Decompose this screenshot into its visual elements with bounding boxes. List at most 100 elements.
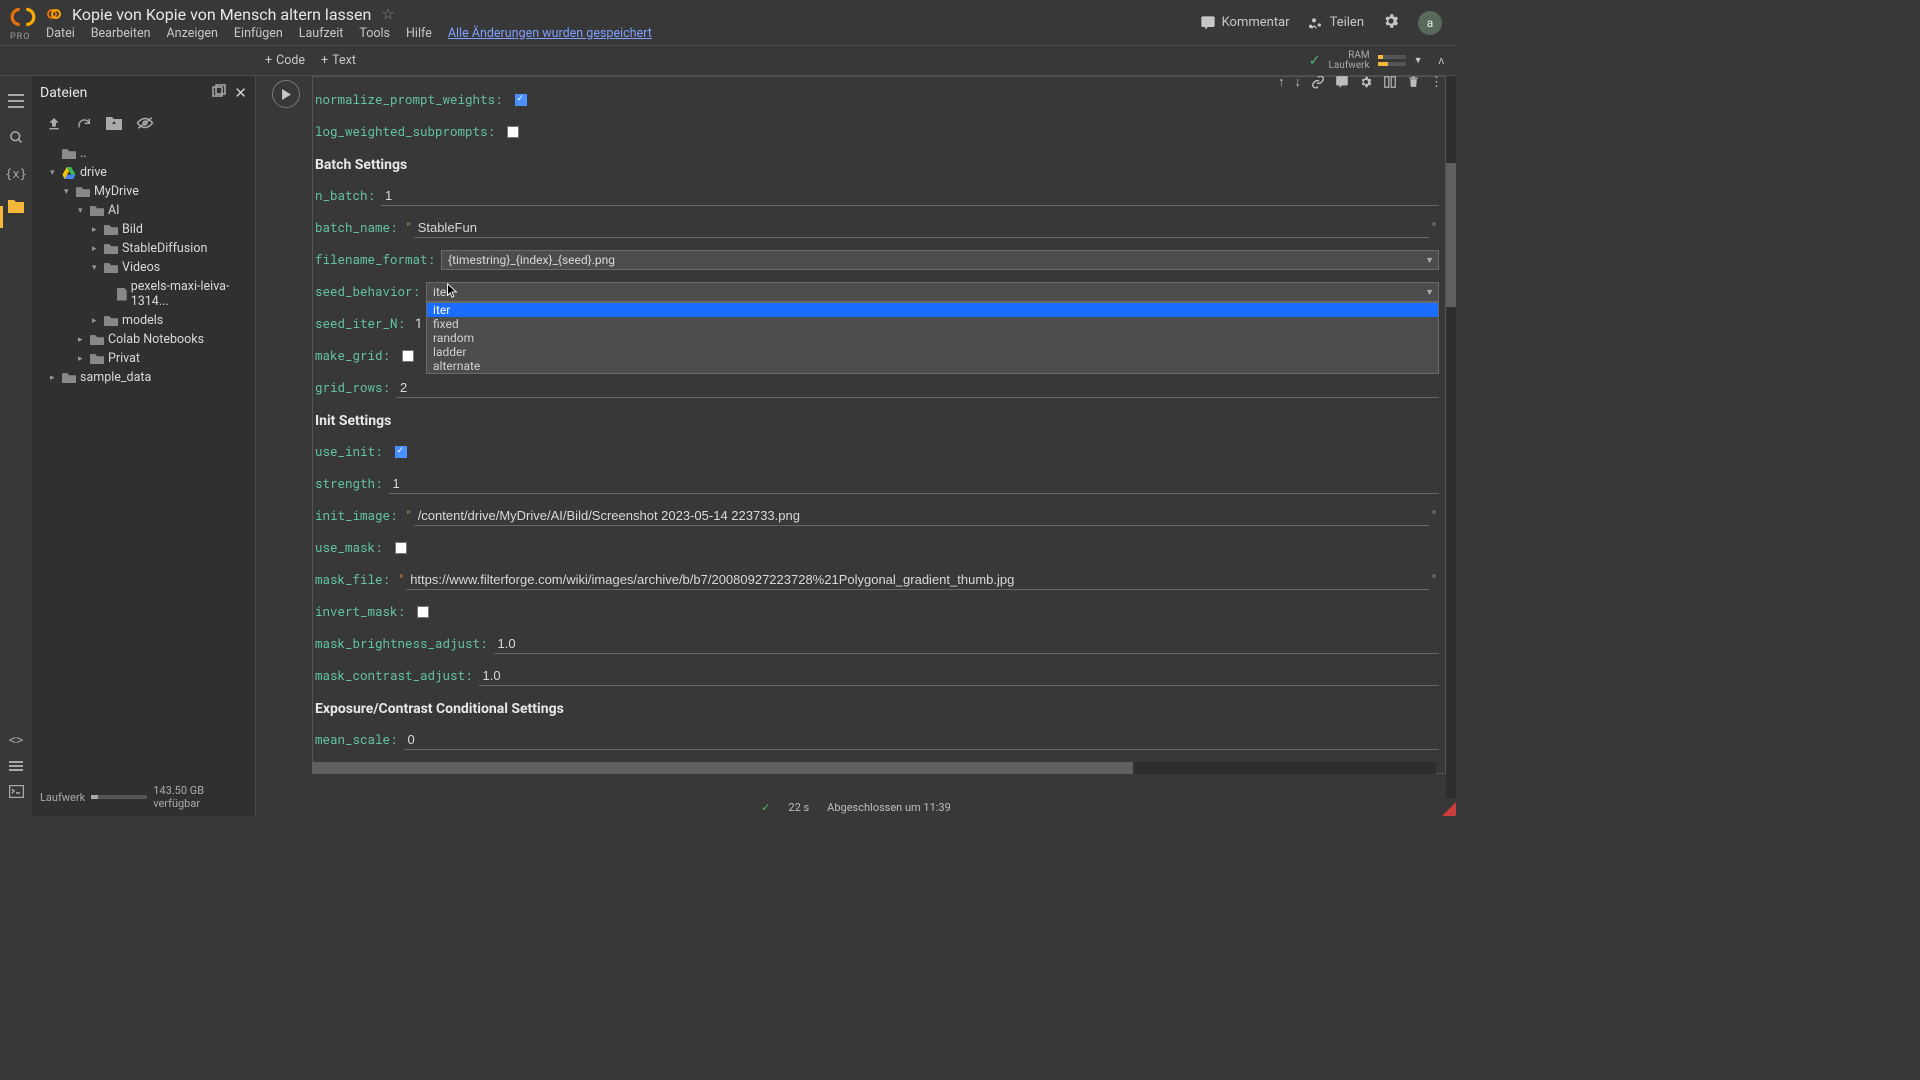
add-code-button[interactable]: +Code [265,53,305,68]
refresh-icon[interactable] [76,116,92,136]
tree-colab[interactable]: ▸Colab Notebooks [74,330,255,349]
filename-format-select[interactable]: {timestring}_{index}_{seed}.png▼ [441,250,1439,270]
seed-opt-iter[interactable]: iter [427,303,1438,317]
link-icon[interactable] [1311,76,1325,90]
left-rail: {x} <> [0,76,32,816]
tree-sd[interactable]: ▸StableDiffusion [88,239,255,258]
menu-bearbeiten[interactable]: Bearbeiten [91,26,151,41]
close-panel-icon[interactable]: ✕ [234,84,247,102]
mask-contrast-field[interactable] [479,666,1439,686]
colab-logo[interactable]: PRO [10,4,36,42]
share-button[interactable]: Teilen [1308,15,1364,31]
connected-check-icon: ✓ [1309,53,1321,69]
tree-ai[interactable]: ▾AI [74,201,255,220]
mount-drive-icon[interactable] [106,116,122,136]
label-init-image: init_image: [315,508,398,524]
invert-mask-checkbox[interactable] [417,606,429,618]
tree-parent[interactable]: .. [46,144,255,163]
tree-videos[interactable]: ▾Videos [88,258,255,277]
menu-einfuegen[interactable]: Einfügen [234,26,283,41]
menu-laufzeit[interactable]: Laufzeit [299,26,344,41]
run-cell-button[interactable] [272,80,300,108]
use-init-checkbox[interactable] [395,446,407,458]
files-toolbar [32,110,255,144]
log-weighted-checkbox[interactable] [507,126,519,138]
upload-icon[interactable] [46,116,62,136]
menu-datei[interactable]: Datei [46,26,75,41]
files-tab-icon[interactable] [8,199,24,217]
search-icon[interactable] [9,130,24,149]
cell-toolbar: ↑ ↓ ⋮ [1278,76,1442,90]
mirror-cell-icon[interactable] [1383,76,1397,90]
cell-h-scrollbar[interactable] [312,762,1436,774]
chevron-down-icon: ▼ [1425,255,1434,266]
files-panel-title: Dateien [40,85,212,101]
disk-meter [1378,62,1406,66]
resources-dropdown-icon[interactable]: ▼ [1414,55,1423,66]
normalize-checkbox[interactable] [515,94,527,106]
status-bar: ✓ 22 s Abgeschlossen um 11:39 [256,798,1456,816]
use-mask-checkbox[interactable] [395,542,407,554]
label-seed-behavior: seed_behavior: [315,284,420,300]
command-palette-icon[interactable] [9,761,23,771]
init-image-field[interactable] [414,506,1429,526]
batch-name-field[interactable] [414,218,1429,238]
label-grid-rows: grid_rows: [315,380,390,396]
star-icon[interactable]: ☆ [381,5,394,23]
seed-opt-fixed[interactable]: fixed [427,317,1438,331]
account-avatar[interactable]: a [1418,11,1442,35]
comment-button[interactable]: Kommentar [1200,15,1290,31]
menu-anzeigen[interactable]: Anzeigen [167,26,218,41]
resource-indicator[interactable]: ✓ RAMLaufwerk ▼ ʌ [1309,51,1444,71]
tree-drive[interactable]: ▾drive [46,163,255,182]
status-done-time: Abgeschlossen um 11:39 [827,801,951,814]
tree-sample-data[interactable]: ▸sample_data [46,368,255,387]
toggle-hidden-icon[interactable] [136,116,154,136]
cell-settings-icon[interactable] [1359,76,1373,90]
form-body: normalize_prompt_weights: log_weighted_s… [312,76,1446,774]
settings-icon[interactable] [1382,12,1400,34]
make-grid-checkbox[interactable] [402,350,414,362]
menu-tools[interactable]: Tools [359,26,390,41]
label-strength: strength: [315,476,383,492]
add-text-button[interactable]: +Text [321,53,356,68]
comment-cell-icon[interactable] [1335,76,1349,90]
tree-bild[interactable]: ▸Bild [88,220,255,239]
seed-behavior-dropdown: iter fixed random ladder alternate [426,302,1439,374]
move-down-icon[interactable]: ↓ [1295,76,1302,90]
status-elapsed: 22 s [788,801,809,814]
tree-mydrive[interactable]: ▾MyDrive [60,182,255,201]
file-tree[interactable]: .. ▾drive ▾MyDrive ▾AI ▸Bild ▸StableDiff… [32,144,255,780]
grid-rows-field[interactable] [396,378,1439,398]
label-n-batch: n_batch: [315,188,375,204]
n-batch-field[interactable] [381,186,1439,206]
seed-opt-ladder[interactable]: ladder [427,345,1438,359]
terminal-icon[interactable] [9,785,24,802]
new-window-icon[interactable] [212,84,226,102]
exposure-heading: Exposure/Contrast Conditional Settings [315,701,1439,717]
seed-behavior-select[interactable]: iter▼ [426,282,1439,302]
move-up-icon[interactable]: ↑ [1278,76,1285,90]
more-cell-icon[interactable]: ⋮ [1430,76,1442,90]
tree-privat[interactable]: ▸Privat [74,349,255,368]
tree-models[interactable]: ▸models [88,311,255,330]
mean-scale-field[interactable] [404,730,1439,750]
menu-hilfe[interactable]: Hilfe [406,26,432,41]
strength-field[interactable] [389,474,1439,494]
doc-title[interactable]: Kopie von Kopie von Mensch altern lassen [72,5,371,24]
form-cell: ↑ ↓ ⋮ normalize_prompt_weights: log_weig… [266,76,1446,774]
seed-opt-alternate[interactable]: alternate [427,359,1438,373]
code-snippet-icon[interactable]: <> [9,733,23,747]
variables-icon[interactable]: {x} [5,167,27,181]
mask-file-field[interactable] [406,570,1429,590]
collapse-header-icon[interactable]: ʌ [1439,54,1445,67]
toc-icon[interactable] [8,94,24,112]
label-use-init: use_init: [315,444,383,460]
main-v-scrollbar[interactable] [1446,76,1456,798]
seed-opt-random[interactable]: random [427,331,1438,345]
tree-pexels-file[interactable]: pexels-maxi-leiva-1314... [102,277,255,311]
delete-cell-icon[interactable] [1407,76,1420,90]
save-status[interactable]: Alle Änderungen wurden gespeichert [448,26,652,41]
mask-brightness-field[interactable] [494,634,1439,654]
warning-corner-icon[interactable] [1442,802,1456,816]
